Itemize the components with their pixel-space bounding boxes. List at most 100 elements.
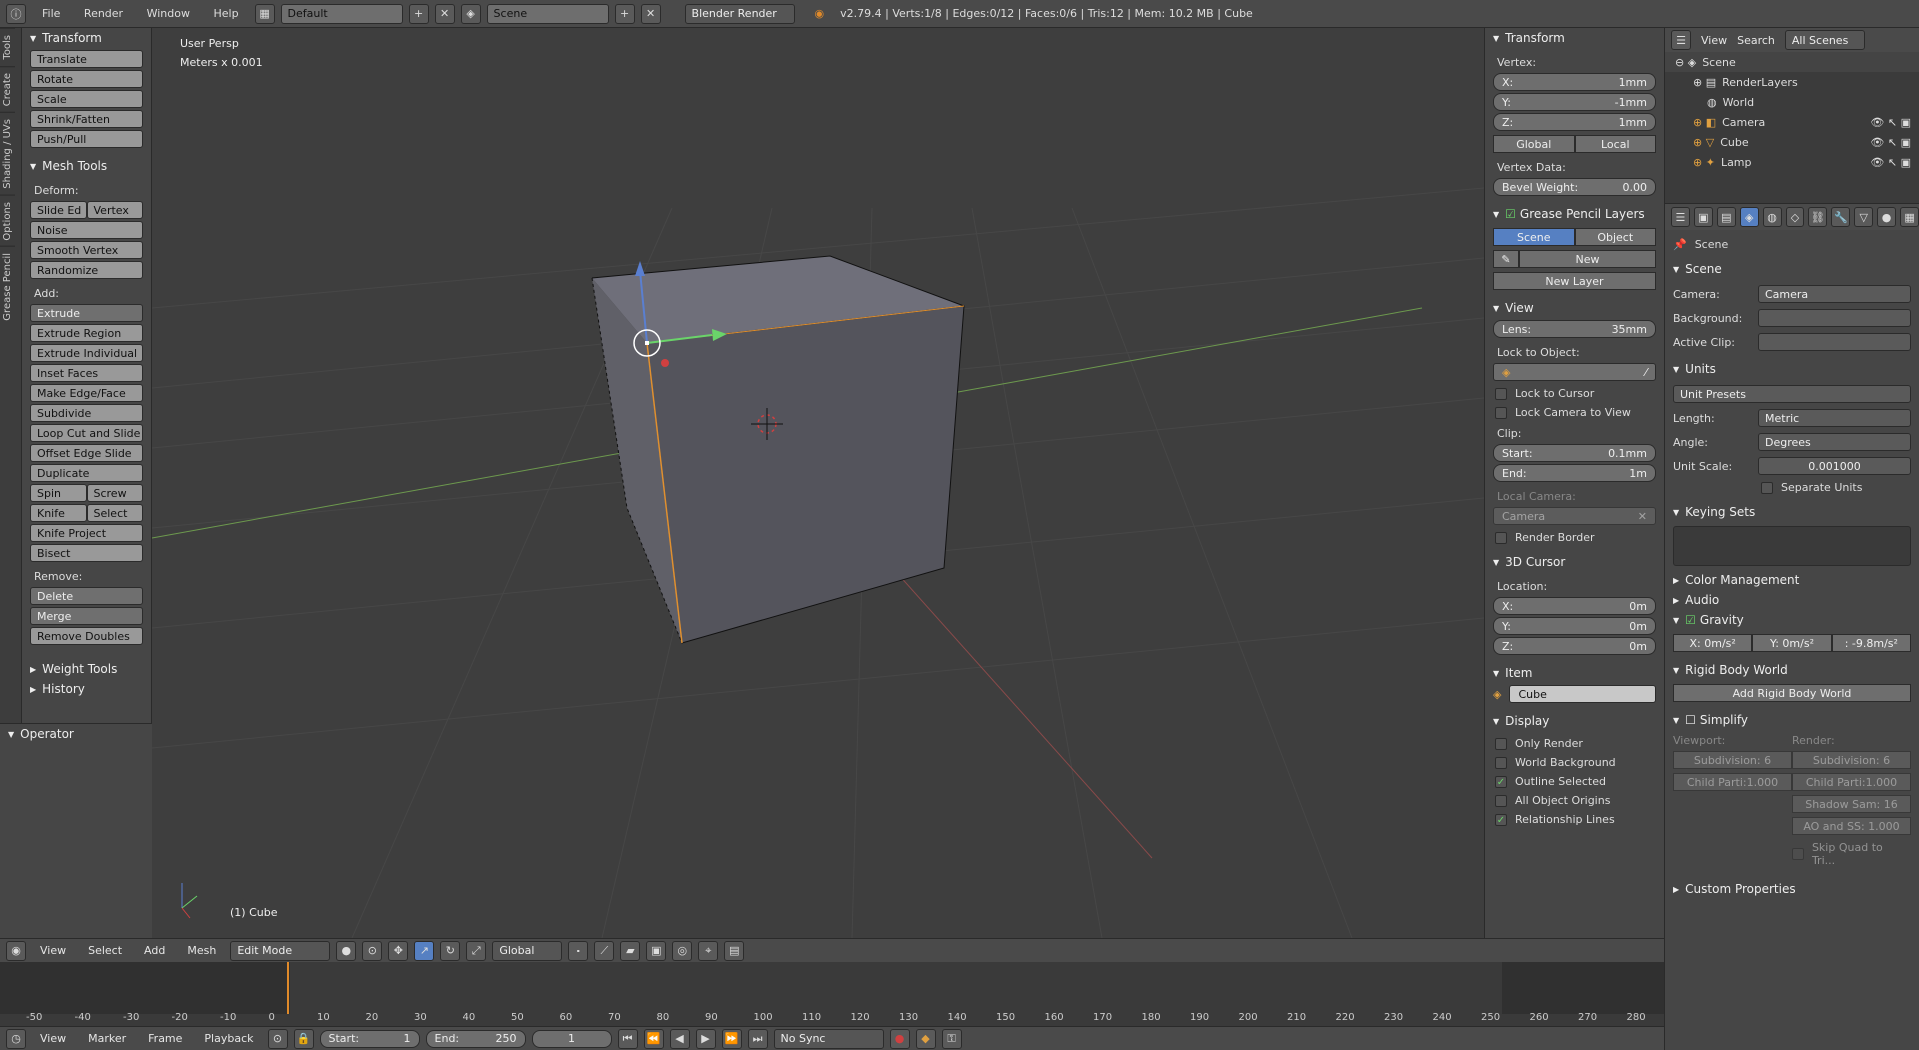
operator-panel-header[interactable]: Operator [0,724,152,744]
transform-panel-header[interactable]: Transform [1485,28,1664,48]
vertex-y-field[interactable]: Y: -1mm [1493,93,1656,111]
render-child-particles-field[interactable]: Child Parti: 1.000 [1792,773,1911,791]
gp-new-button[interactable]: New [1519,250,1656,268]
menu-window[interactable]: Window [147,7,190,20]
mesh-tools-panel-header[interactable]: Mesh Tools [22,156,151,176]
clip-start-field[interactable]: Start: 0.1mm [1493,444,1656,462]
grease-pencil-layers-header[interactable]: ☑Grease Pencil Layers [1485,204,1664,224]
current-frame-field[interactable]: 1 [531,1029,612,1048]
outliner-item-world[interactable]: ◍ World [1665,92,1919,112]
render-engine-selector[interactable]: Blender Render [684,3,795,24]
scale-manipulator-icon[interactable]: ⤢ [466,940,487,961]
vertex-x-field[interactable]: X: 1mm [1493,73,1656,91]
lock-camera-checkbox[interactable]: Lock Camera to View [1495,406,1654,419]
color-management-panel-header[interactable]: Color Management [1665,570,1919,590]
screw-button[interactable]: Screw [86,484,143,502]
history-panel-header[interactable]: History [22,679,151,699]
camera-visibility-icon[interactable]: 👁 ↖ ▣ [1870,116,1911,129]
shrink-fatten-button[interactable]: Shrink/Fatten [30,110,143,128]
keying-set-picker-icon[interactable]: ⚿ [941,1028,962,1049]
outliner-filter-selector[interactable]: All Scenes [1784,30,1865,50]
constraints-tab-icon[interactable]: ⛓ [1808,207,1828,227]
lock-range-icon[interactable]: 🔒 [293,1028,314,1049]
eyedropper-icon[interactable]: ⁄ [1645,366,1647,379]
render-tab-icon[interactable]: ▣ [1693,207,1713,227]
lamp-visibility-icon[interactable]: 👁 ↖ ▣ [1870,156,1911,169]
merge-dropdown[interactable]: Merge [30,607,143,625]
knife-button[interactable]: Knife [30,504,87,522]
vertex-slide-button[interactable]: Vertex [86,201,143,219]
tab-grease-pencil[interactable]: Grease Pencil [0,246,15,327]
keying-set-icon[interactable]: ◆ [915,1028,936,1049]
skip-quad-checkbox[interactable]: Skip Quad to Tri... [1792,841,1909,867]
lens-field[interactable]: Lens: 35mm [1493,320,1656,338]
cube-visibility-icon[interactable]: 👁 ↖ ▣ [1870,136,1911,149]
outliner-item-renderlayers[interactable]: ⊕ ▤ RenderLayers [1665,72,1919,92]
push-pull-button[interactable]: Push/Pull [30,130,143,148]
face-select-icon[interactable]: ▰ [620,940,641,961]
menu-file[interactable]: File [42,7,60,20]
scene-selector[interactable]: Scene [486,3,609,24]
all-origins-checkbox[interactable]: All Object Origins [1495,794,1654,807]
translate-button[interactable]: Translate [30,50,143,68]
menu-render[interactable]: Render [84,7,123,20]
vertex-z-field[interactable]: Z: 1mm [1493,113,1656,131]
view-panel-header[interactable]: View [1485,298,1664,318]
rotate-manipulator-icon[interactable]: ↻ [440,940,461,961]
cursor-x-field[interactable]: X: 0m [1493,597,1656,615]
menu-help[interactable]: Help [213,7,238,20]
layout-selector[interactable]: Default [280,3,403,24]
loop-cut-button[interactable]: Loop Cut and Slide [30,424,143,442]
item-panel-header[interactable]: Item [1485,663,1664,683]
knife-project-button[interactable]: Knife Project [30,524,143,542]
render-preview-icon[interactable]: ▤ [724,940,745,961]
orientation-selector[interactable]: Global [492,940,563,961]
gravity-z-field[interactable]: : -9.8m/s² [1831,634,1911,652]
remove-layout-icon[interactable]: ✕ [434,3,455,24]
ao-sss-field[interactable]: AO and SS: 1.000 [1792,817,1911,835]
weight-tools-panel-header[interactable]: Weight Tools [22,659,151,679]
randomize-button[interactable]: Randomize [30,261,143,279]
extrude-region-button[interactable]: Extrude Region [30,324,143,342]
translate-manipulator-icon[interactable]: ↗ [414,940,435,961]
render-border-checkbox[interactable]: Render Border [1495,531,1654,544]
remove-scene-icon[interactable]: ✕ [640,3,661,24]
mode-selector[interactable]: Edit Mode [230,940,331,961]
shadow-samples-field[interactable]: Shadow Sam: 16 [1792,795,1911,813]
background-scene-field[interactable] [1758,309,1911,327]
layout-icon[interactable]: ▦ [254,3,275,24]
tab-shading-uvs[interactable]: Shading / UVs [0,111,15,195]
outliner-editor-icon[interactable]: ☰ [1671,30,1691,50]
display-panel-header[interactable]: Display [1485,711,1664,731]
record-icon[interactable]: ● [889,1028,910,1049]
scene-camera-field[interactable]: Camera [1758,285,1911,303]
outliner-item-cube[interactable]: ⊕ ▽ Cube 👁 ↖ ▣ [1665,132,1919,152]
jump-end-icon[interactable]: ⏭ [747,1028,768,1049]
spin-button[interactable]: Spin [30,484,87,502]
world-background-checkbox[interactable]: World Background [1495,756,1654,769]
new-layer-button[interactable]: New Layer [1493,272,1656,290]
render-subdivision-field[interactable]: Subdivision: 6 [1792,751,1911,769]
angle-dropdown[interactable]: Degrees [1758,433,1911,451]
only-render-checkbox[interactable]: Only Render [1495,737,1654,750]
outliner-search-menu[interactable]: Search [1737,34,1775,47]
clip-end-field[interactable]: End: 1m [1493,464,1656,482]
rotate-button[interactable]: Rotate [30,70,143,88]
snap-icon[interactable]: ⌖ [698,940,719,961]
jump-start-icon[interactable]: ⏮ [617,1028,638,1049]
knife-select-button[interactable]: Select [86,504,143,522]
remove-doubles-button[interactable]: Remove Doubles [30,627,143,645]
viewport-child-particles-field[interactable]: Child Parti: 1.000 [1673,773,1792,791]
gp-checkbox-icon[interactable]: ☑ [1505,207,1516,221]
outliner-view-menu[interactable]: View [1701,34,1727,47]
smooth-vertex-button[interactable]: Smooth Vertex [30,241,143,259]
lock-object-field[interactable]: ◈ ⁄ [1493,363,1656,381]
tab-tools[interactable]: Tools [0,28,15,66]
render-layers-tab-icon[interactable]: ▤ [1716,207,1736,227]
offset-edge-slide-button[interactable]: Offset Edge Slide [30,444,143,462]
gravity-panel-header[interactable]: ☑Gravity [1665,610,1919,630]
relationship-lines-checkbox[interactable]: ✓ Relationship Lines [1495,813,1654,826]
vp-menu-select[interactable]: Select [88,944,122,957]
add-scene-icon[interactable]: + [614,3,635,24]
tl-menu-playback[interactable]: Playback [204,1032,253,1045]
